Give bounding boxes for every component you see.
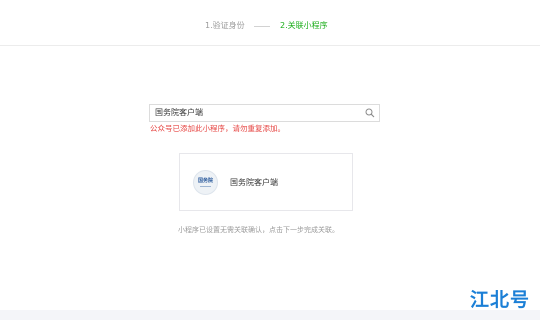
search-box[interactable] bbox=[149, 104, 380, 122]
step-verify-identity: 1.验证身份 bbox=[205, 21, 245, 30]
watermark: 江北号 bbox=[470, 289, 531, 311]
avatar-logo-line bbox=[200, 186, 211, 187]
footer-bar bbox=[0, 310, 540, 320]
step-divider bbox=[254, 26, 270, 27]
miniprogram-name: 国务院客户端 bbox=[230, 178, 278, 187]
step-link-miniprogram: 2.关联小程序 bbox=[280, 21, 328, 30]
avatar-logo-text: 国务院 bbox=[197, 178, 213, 184]
miniprogram-result-card[interactable]: 国务院 国务院客户端 bbox=[179, 153, 353, 211]
error-message: 公众号已添加此小程序，请勿重复添加。 bbox=[150, 124, 285, 133]
search-icon[interactable] bbox=[365, 108, 375, 118]
miniprogram-avatar: 国务院 bbox=[193, 170, 218, 195]
hint-text: 小程序已设置无需关联确认，点击下一步完成关联。 bbox=[178, 226, 339, 234]
step-navigation: 1.验证身份 2.关联小程序 bbox=[0, 0, 540, 46]
search-input[interactable] bbox=[150, 105, 365, 121]
